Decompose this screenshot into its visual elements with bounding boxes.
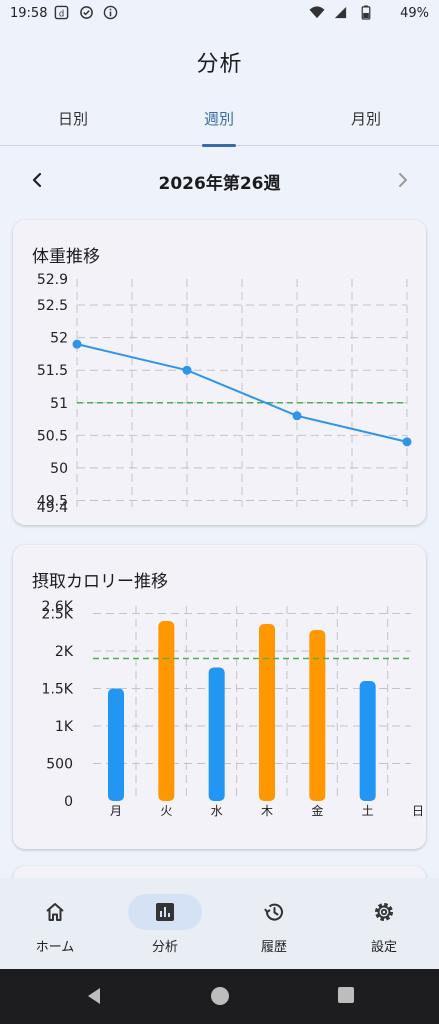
page-title: 分析 — [196, 52, 243, 77]
app-bar: 分析 — [0, 28, 439, 98]
calorie-bar — [208, 667, 225, 801]
tab-monthly[interactable]: 月別 — [293, 98, 439, 146]
nav-settings[interactable]: 設定 — [329, 878, 439, 969]
y-tick-label: 52.9 — [37, 272, 68, 288]
nav-analytics[interactable]: 分析 — [110, 878, 220, 969]
calorie-bar — [359, 681, 376, 801]
settings-icon — [375, 903, 393, 921]
y-tick-label: 50 — [50, 461, 68, 477]
weight-data-point — [72, 339, 82, 349]
svg-text:d: d — [59, 8, 64, 18]
period-tabs: 日別 週別 月別 — [0, 98, 439, 147]
recents-icon[interactable] — [337, 986, 355, 1004]
y-tick-label: 1K — [55, 719, 74, 735]
history-icon — [264, 903, 283, 921]
signal-icon — [334, 6, 347, 19]
nav-history[interactable]: 履歴 — [219, 878, 329, 969]
calorie-bar — [259, 624, 275, 801]
y-tick-label: 50.5 — [37, 428, 68, 444]
tab-daily[interactable]: 日別 — [0, 98, 146, 146]
notification-app-icon: d — [54, 5, 69, 20]
calorie-bar — [108, 688, 124, 801]
system-navigation-bar — [0, 969, 439, 1024]
bottom-navigation: ホーム 分析 履歴 設定 — [0, 878, 439, 969]
tab-monthly-label: 月別 — [350, 110, 381, 128]
status-bar: 19:58 d 49% — [0, 0, 439, 28]
battery-percentage: 49% — [400, 6, 429, 21]
weight-chart-card: 体重推移 52.9 52.5 52 51.5 51 50.5 50 49.5 49.4 — [13, 220, 426, 525]
analytics-icon — [156, 903, 174, 921]
x-tick-label: 火 — [160, 804, 172, 818]
y-tick-label: 51.5 — [37, 363, 68, 379]
status-time: 19:58 — [10, 6, 48, 21]
x-tick-label: 金 — [311, 803, 323, 818]
home-icon — [46, 903, 64, 921]
week-title: 2026年第26週 — [158, 174, 281, 194]
nav-history-label: 履歴 — [260, 940, 287, 955]
tab-weekly[interactable]: 週別 — [146, 98, 292, 147]
y-tick-label: 49.4 — [37, 500, 68, 516]
y-tick-label: 2K — [55, 644, 74, 660]
weight-data-point — [292, 411, 302, 421]
back-icon[interactable] — [84, 986, 104, 1006]
tab-active-indicator — [202, 144, 236, 147]
y-tick-label: 1.5K — [42, 682, 74, 698]
nav-analytics-label: 分析 — [151, 940, 178, 955]
calorie-chart-card: 摂取カロリー推移 2.6K 2.5K 2K 1.5K 1K 500 0 月火水木金土日 — [13, 545, 426, 849]
x-tick-label: 月 — [110, 804, 122, 818]
chevron-right-icon[interactable] — [392, 169, 414, 191]
x-tick-label: 水 — [211, 804, 223, 818]
y-tick-label: 51 — [50, 396, 68, 412]
nav-settings-label: 設定 — [370, 940, 397, 955]
x-tick-label: 木 — [261, 804, 273, 818]
y-tick-label: 52.5 — [37, 298, 68, 314]
weight-line-chart: 52.952.55251.55150.55049.549.4 — [37, 272, 412, 516]
y-tick-label: 52 — [50, 331, 68, 347]
weight-data-point — [182, 365, 192, 375]
nav-home[interactable]: ホーム — [0, 878, 110, 969]
x-tick-label: 日 — [412, 804, 424, 818]
home-button-icon[interactable] — [210, 986, 230, 1006]
x-tick-label: 土 — [362, 804, 374, 818]
tab-weekly-label: 週別 — [203, 110, 234, 128]
info-icon — [103, 5, 118, 20]
y-tick-label: 2.5K — [42, 607, 74, 623]
tab-daily-label: 日別 — [57, 110, 88, 128]
calorie-bar — [158, 621, 175, 801]
wifi-icon — [309, 6, 325, 19]
nav-home-label: ホーム — [35, 940, 75, 955]
check-circle-icon — [80, 6, 93, 19]
week-navigator: 2026年第26週 — [0, 160, 439, 200]
y-tick-label: 500 — [46, 757, 73, 773]
y-tick-label: 0 — [64, 794, 73, 810]
weight-data-point — [402, 437, 412, 447]
battery-icon — [361, 5, 371, 20]
calorie-bar — [309, 630, 326, 801]
calorie-bar-chart: 2.6K2.5K2K1.5K1K5000月火水木金土日 — [42, 599, 424, 818]
